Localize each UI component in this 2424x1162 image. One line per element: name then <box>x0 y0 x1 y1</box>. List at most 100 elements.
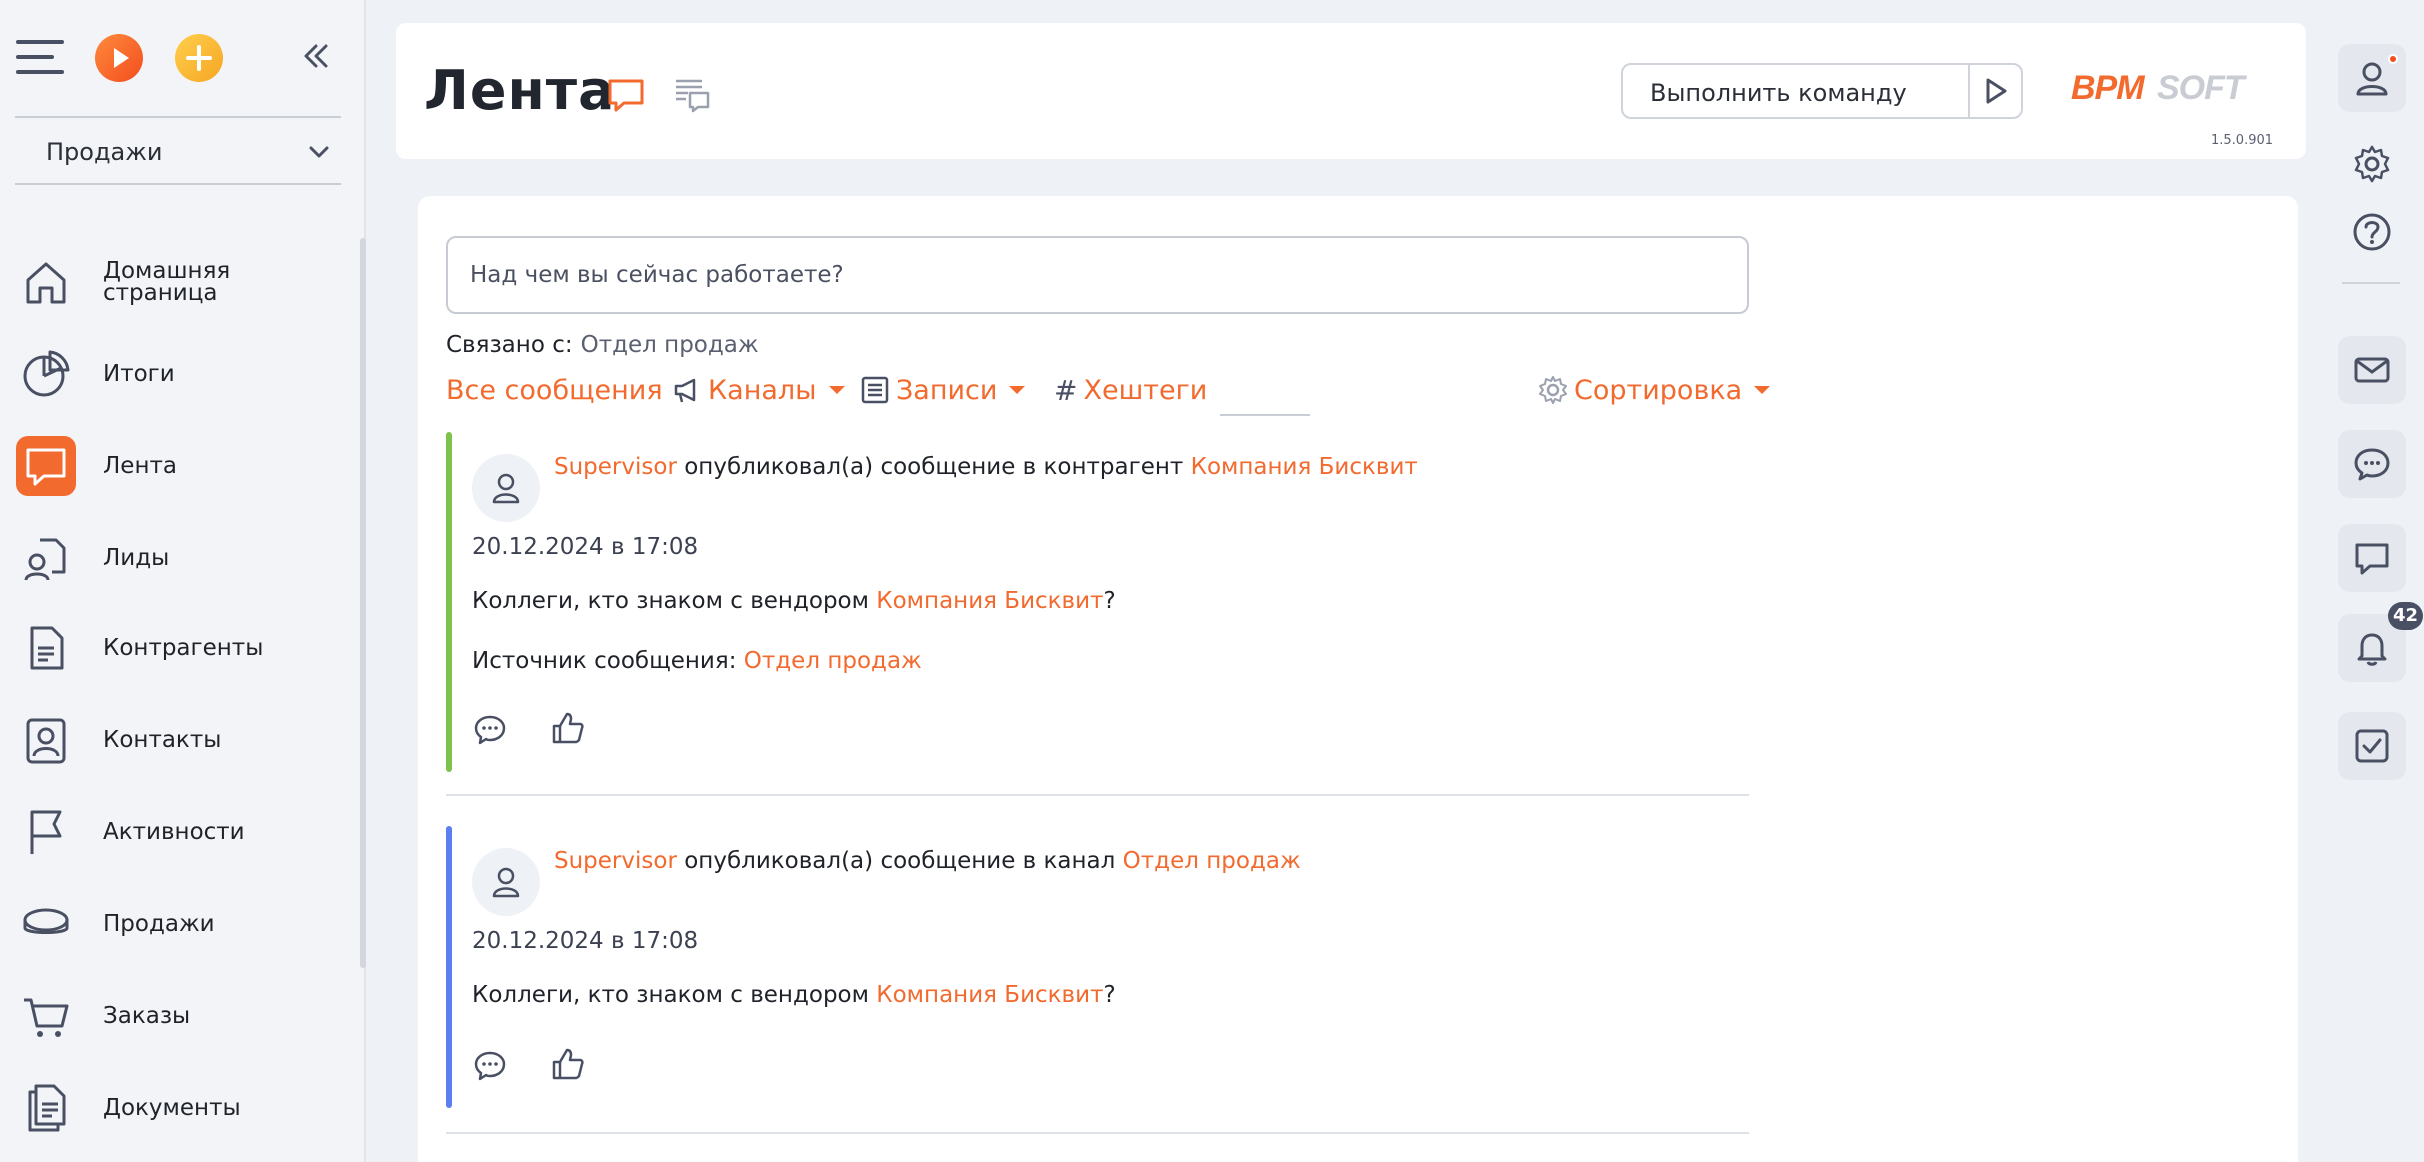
document-icon <box>16 618 76 678</box>
sidebar-item-home[interactable]: Домашняя страница <box>14 246 344 318</box>
coins-icon <box>16 894 76 954</box>
filter-records[interactable]: Записи <box>860 370 1026 410</box>
post-body: Коллеги, кто знаком с вендором Компания … <box>472 588 1116 614</box>
sort-dropdown[interactable]: Сортировка <box>1538 370 1771 410</box>
sidebar-item-label: Контрагенты <box>103 635 264 661</box>
plus-icon <box>186 45 212 71</box>
post-header: Supervisor опубликовал(а) сообщение в ко… <box>554 454 1418 480</box>
user-icon <box>2356 62 2388 96</box>
sidebar-item-accounts[interactable]: Контрагенты <box>14 612 344 684</box>
checkbox-icon <box>2355 729 2389 763</box>
like-icon[interactable] <box>550 1046 586 1082</box>
left-sidebar: Продажи Домашняя страница Итоги Лента Ли… <box>0 0 366 1162</box>
leads-icon <box>16 528 76 588</box>
command-separator <box>1968 65 1970 117</box>
post-body: Коллеги, кто знаком с вендором Компания … <box>472 982 1116 1008</box>
post-accent-bar <box>446 826 452 1108</box>
new-post-input[interactable]: Над чем вы сейчас работаете? <box>446 236 1749 314</box>
mail-icon <box>2354 357 2390 383</box>
filter-channels[interactable]: Каналы <box>672 370 845 410</box>
sidebar-item-sales[interactable]: Продажи <box>14 888 344 960</box>
execute-command-icon[interactable] <box>1979 75 2011 107</box>
page-header: Лента Выполнить команду BPM SOFT 1.5.0.9… <box>396 23 2306 159</box>
feed-panel: Над чем вы сейчас работаете? Связано с: О… <box>418 196 2298 1162</box>
caret-down-icon <box>828 386 845 394</box>
sidebar-item-label: Продажи <box>103 911 215 937</box>
post-date: 20.12.2024 в 17:08 <box>472 534 699 560</box>
sidebar-item-contacts[interactable]: Контакты <box>14 704 344 776</box>
sidebar-item-leads[interactable]: Лиды <box>14 522 344 594</box>
filter-channels-label: Каналы <box>708 374 817 406</box>
post-action: опубликовал(а) сообщение в канал <box>684 848 1116 874</box>
filter-hashtags[interactable]: # Хештеги <box>1054 370 1207 410</box>
related-to: Связано с: Отдел продаж <box>446 332 759 358</box>
post-text: Коллеги, кто знаком с вендором <box>472 588 869 614</box>
notifications-button[interactable]: 42 <box>2338 602 2424 682</box>
sidebar-item-documents[interactable]: Документы <box>14 1072 344 1144</box>
post-action: опубликовал(а) сообщение в контрагент <box>684 454 1184 480</box>
comment-icon[interactable] <box>472 1048 508 1084</box>
help-button[interactable] <box>2338 198 2406 266</box>
feed-view-icon[interactable] <box>606 75 646 115</box>
comment-icon[interactable] <box>472 712 508 748</box>
post-mention-link[interactable]: Компания Бисквит <box>876 588 1103 614</box>
post-text-end: ? <box>1103 588 1116 614</box>
user-icon <box>492 473 520 504</box>
workspace-label: Продажи <box>46 138 163 166</box>
sidebar-item-activities[interactable]: Активности <box>14 796 344 868</box>
post-text: Коллеги, кто знаком с вендором <box>472 982 869 1008</box>
sidebar-item-orders[interactable]: Заказы <box>14 980 344 1052</box>
command-input[interactable]: Выполнить команду <box>1621 63 2023 119</box>
bell-icon <box>2357 633 2387 666</box>
sidebar-item-label: Лиды <box>103 545 170 571</box>
settings-button[interactable] <box>2338 130 2406 198</box>
post-text-end: ? <box>1103 982 1116 1008</box>
post-target-link[interactable]: Компания Бисквит <box>1191 454 1418 480</box>
post-target-link[interactable]: Отдел продаж <box>1123 848 1301 874</box>
post-source-link[interactable]: Отдел продаж <box>744 648 922 674</box>
sidebar-item-label: Заказы <box>103 1003 191 1029</box>
filter-all-messages[interactable]: Все сообщения <box>446 370 663 410</box>
records-icon <box>861 376 889 404</box>
hashtag-icon: # <box>1054 373 1078 407</box>
megaphone-icon <box>674 378 696 403</box>
workspace-select[interactable]: Продажи <box>15 124 341 180</box>
post-mention-link[interactable]: Компания Бисквит <box>876 982 1103 1008</box>
bpmsoft-logo: BPM SOFT <box>2071 69 2249 107</box>
sidebar-item-results[interactable]: Итоги <box>14 338 344 410</box>
home-icon <box>16 252 76 312</box>
email-button[interactable] <box>2338 336 2406 404</box>
filter-hashtags-label: Хештеги <box>1083 374 1208 406</box>
post-author-link[interactable]: Supervisor <box>554 848 677 874</box>
tasks-button[interactable] <box>2338 712 2406 780</box>
post-source: Источник сообщения: Отдел продаж <box>472 648 922 674</box>
right-rail: 42 <box>2318 0 2424 1162</box>
sidebar-divider <box>15 183 341 185</box>
feed-panel-button[interactable] <box>2338 524 2406 592</box>
avatar[interactable] <box>472 848 540 916</box>
avatar[interactable] <box>472 454 540 522</box>
sidebar-item-label: Контакты <box>103 727 222 753</box>
post-divider <box>446 794 1749 796</box>
rail-divider <box>2342 282 2400 284</box>
new-post-placeholder: Над чем вы сейчас работаете? <box>470 262 844 288</box>
command-placeholder: Выполнить команду <box>1650 79 1907 107</box>
run-process-button[interactable] <box>95 34 143 82</box>
post-author-link[interactable]: Supervisor <box>554 454 677 480</box>
profile-button[interactable] <box>2338 44 2406 112</box>
menu-icon[interactable] <box>16 40 64 74</box>
page-title: Лента <box>424 59 616 122</box>
related-value[interactable]: Отдел продаж <box>581 332 759 358</box>
feed-list-view-icon[interactable] <box>672 75 712 115</box>
add-button[interactable] <box>175 34 223 82</box>
chat-bubble-icon <box>2355 543 2389 575</box>
sidebar-item-feed[interactable]: Лента <box>14 430 344 502</box>
like-icon[interactable] <box>550 710 586 746</box>
play-icon <box>114 48 129 68</box>
user-icon <box>492 867 520 898</box>
chats-button[interactable] <box>2338 430 2406 498</box>
collapse-sidebar-icon[interactable] <box>298 38 334 74</box>
filter-records-label: Записи <box>896 374 998 406</box>
sidebar-scrollbar[interactable] <box>360 238 366 968</box>
filter-all-label: Все сообщения <box>446 374 663 406</box>
